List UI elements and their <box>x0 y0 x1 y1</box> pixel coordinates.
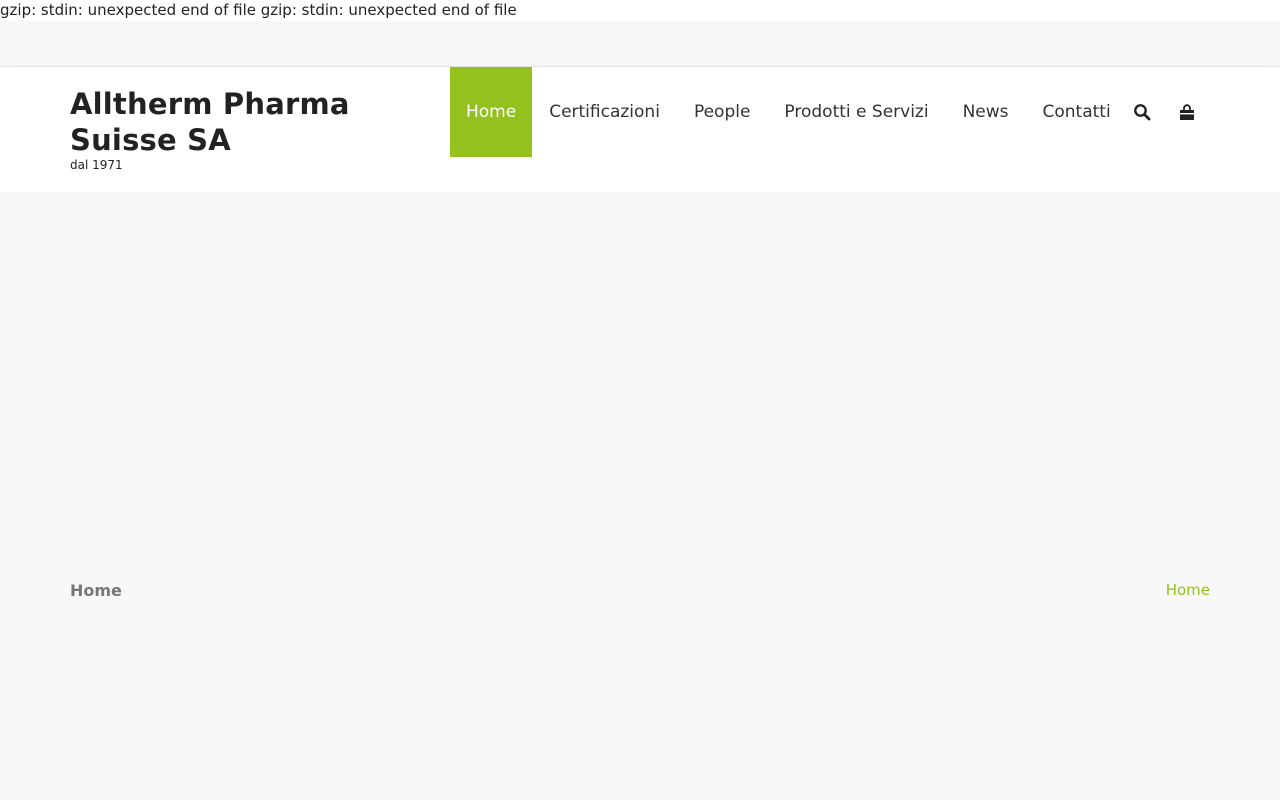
nav-item-certificazioni[interactable]: Certificazioni <box>532 67 677 157</box>
site-title[interactable]: Alltherm Pharma Suisse SA <box>70 86 390 158</box>
search-icon <box>1134 104 1151 121</box>
page-title: Home <box>70 581 122 600</box>
error-output: gzip: stdin: unexpected end of file gzip… <box>0 0 1280 21</box>
nav-item-contatti[interactable]: Contatti <box>1026 67 1128 157</box>
site-tagline: dal 1971 <box>70 158 123 172</box>
nav-item-people[interactable]: People <box>677 67 767 157</box>
cart-button[interactable] <box>1176 101 1198 123</box>
header-icons <box>1131 101 1198 123</box>
nav-item-home[interactable]: Home <box>450 67 533 157</box>
page-title-panel-left <box>0 514 255 759</box>
top-bar <box>0 21 1280 67</box>
main-navigation: Home Certificazioni People Prodotti e Se… <box>450 67 1128 157</box>
search-button[interactable] <box>1131 101 1153 123</box>
main-content: Home Home <box>0 192 1280 800</box>
nav-item-prodotti-e-servizi[interactable]: Prodotti e Servizi <box>767 67 945 157</box>
breadcrumb-home[interactable]: Home <box>1166 581 1210 599</box>
site-header: Alltherm Pharma Suisse SA dal 1971 Home … <box>0 67 1280 192</box>
page-title-panel-right <box>1017 514 1280 759</box>
shopping-bag-icon <box>1180 103 1194 120</box>
site-branding[interactable]: Alltherm Pharma Suisse SA dal 1971 <box>70 86 390 172</box>
nav-item-news[interactable]: News <box>946 67 1026 157</box>
